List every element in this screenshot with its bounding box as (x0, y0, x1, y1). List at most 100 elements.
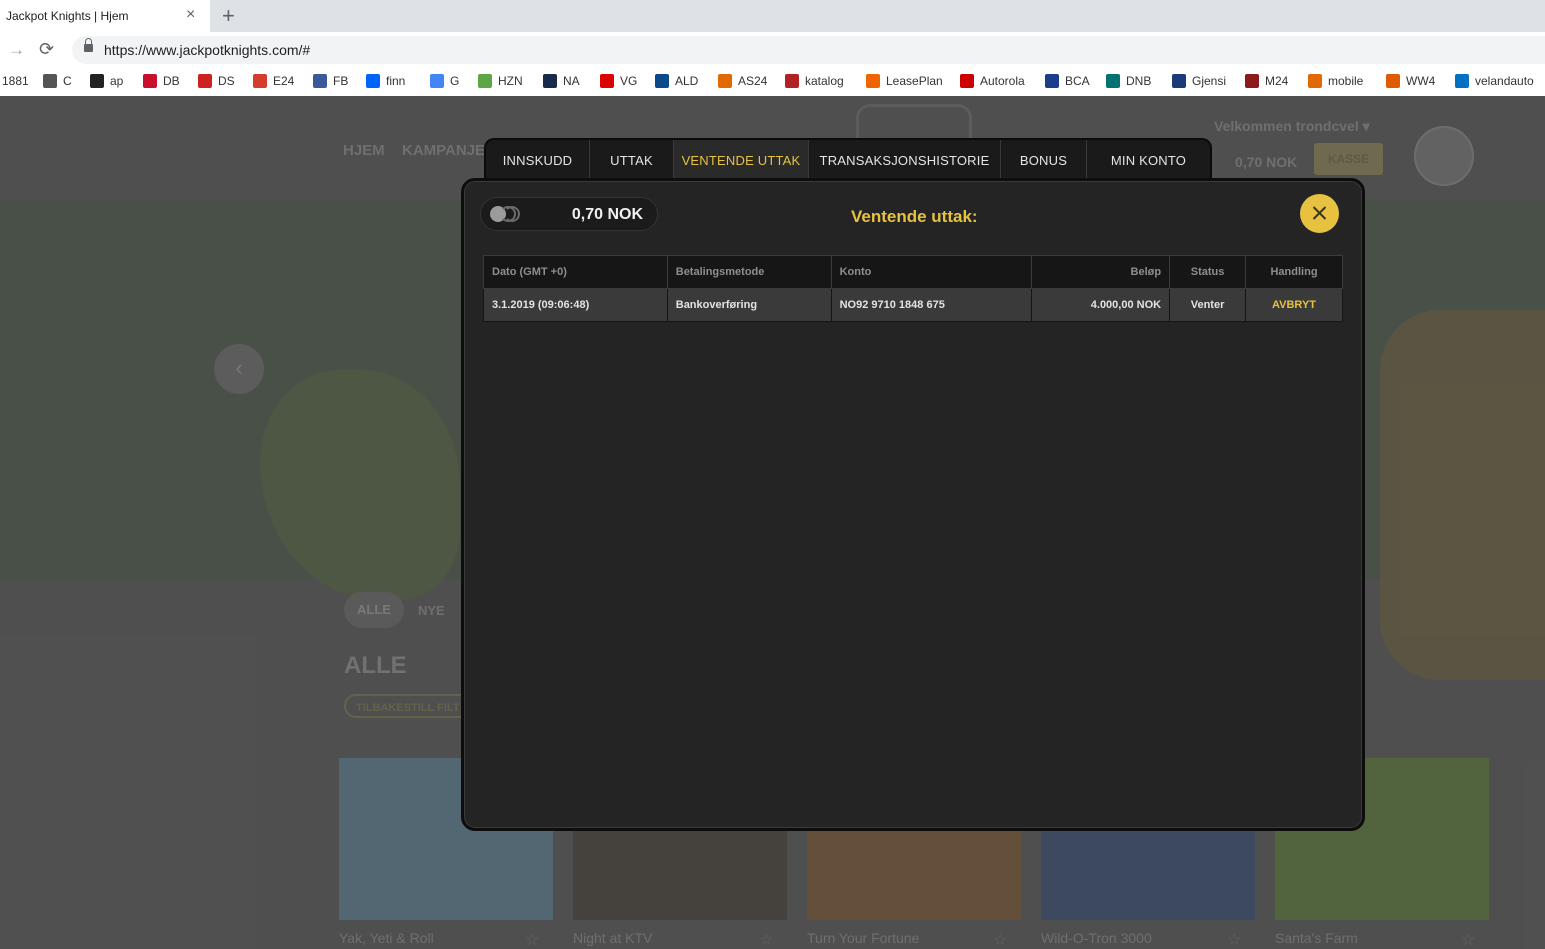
col-account: Konto (830, 255, 1033, 289)
bookmark-label: Autorola (980, 74, 1025, 88)
bookmark-favicon-icon (1386, 74, 1400, 88)
bookmark-ap[interactable]: ap (90, 74, 123, 88)
bookmark-favicon-icon (866, 74, 880, 88)
bookmark-gjensi[interactable]: Gjensi (1172, 74, 1226, 88)
lock-icon (84, 38, 93, 52)
bookmark-dnb[interactable]: DNB (1106, 74, 1151, 88)
bookmark-favicon-icon (1045, 74, 1059, 88)
bookmark-label: G (450, 74, 460, 88)
bookmark-label: ap (110, 74, 124, 88)
bookmark-favicon-icon (718, 74, 732, 88)
col-action: Handling (1245, 255, 1343, 289)
col-date: Dato (GMT +0) (483, 255, 668, 289)
bookmark-bca[interactable]: BCA (1045, 74, 1090, 88)
bookmark-m24[interactable]: M24 (1245, 74, 1288, 88)
bookmark-label: DNB (1126, 74, 1152, 88)
bookmark-label: velandauto (1475, 74, 1534, 88)
tab-transaksjonshistorie[interactable]: TRANSAKSJONSHISTORIE (809, 140, 1001, 180)
bookmark-label: E24 (273, 74, 295, 88)
browser-tab[interactable]: Jackpot Knights | Hjem × (0, 0, 210, 32)
cell-amount: 4.000,00 NOK (1031, 288, 1171, 322)
balance-toggle[interactable]: 0,70 NOK (480, 197, 658, 231)
bookmark-vg[interactable]: VG (600, 74, 637, 88)
bookmark-favicon-icon (600, 74, 614, 88)
tab-title: Jackpot Knights | Hjem (6, 9, 129, 23)
bookmark-db[interactable]: DB (143, 74, 180, 88)
bookmark-label: FB (333, 74, 349, 88)
bookmark-velandauto[interactable]: velandauto (1455, 74, 1534, 88)
table-header-row: Dato (GMT +0) Betalingsmetode Konto Belø… (483, 255, 1343, 289)
bookmark-favicon-icon (1106, 74, 1120, 88)
cell-account: NO92 9710 1848 675 (830, 288, 1033, 322)
cell-method: Bankoverføring (666, 288, 832, 322)
url-text[interactable]: https://www.jackpotknights.com/# (104, 42, 310, 58)
bookmark-na[interactable]: NA (543, 74, 580, 88)
cell-date: 3.1.2019 (09:06:48) (483, 288, 668, 322)
bookmark-label: NA (563, 74, 580, 88)
bookmark-favicon-icon (198, 74, 212, 88)
modal-title: Ventende uttak: (851, 207, 978, 226)
tab-ventende-uttak[interactable]: VENTENDE UTTAK (674, 140, 809, 180)
tab-uttak[interactable]: UTTAK (590, 140, 674, 180)
bookmark-autorola[interactable]: Autorola (960, 74, 1025, 88)
col-amount: Beløp (1031, 255, 1171, 289)
bookmark-favicon-icon (313, 74, 327, 88)
bookmark-favicon-icon (785, 74, 799, 88)
bookmark-ww4[interactable]: WW4 (1386, 74, 1435, 88)
address-bar[interactable]: https://www.jackpotknights.com/# (72, 36, 1545, 64)
close-icon[interactable] (1300, 194, 1339, 233)
bookmark-katalog[interactable]: katalog (785, 74, 844, 88)
forward-icon[interactable]: → (8, 40, 25, 60)
new-tab-icon[interactable]: + (222, 3, 235, 29)
bookmark-label: DS (218, 74, 235, 88)
tab-close-icon[interactable]: × (186, 6, 195, 24)
bookmark-mobile[interactable]: mobile (1308, 74, 1363, 88)
bookmark-label: katalog (805, 74, 844, 88)
bookmark-favicon-icon (478, 74, 492, 88)
bookmark-finn[interactable]: finn (366, 74, 405, 88)
bookmark-favicon-icon (90, 74, 104, 88)
bookmark-g[interactable]: G (430, 74, 459, 88)
bookmark-favicon-icon (1245, 74, 1259, 88)
bookmark-hzn[interactable]: HZN (478, 74, 523, 88)
bookmark-c[interactable]: C (43, 74, 72, 88)
bookmark-label: 1881 (2, 74, 29, 88)
bookmark-1881[interactable]: 1881 (2, 74, 29, 88)
bookmark-label: AS24 (738, 74, 768, 88)
modal-balance: 0,70 NOK (571, 206, 643, 223)
bookmark-label: HZN (498, 74, 523, 88)
col-method: Betalingsmetode (666, 255, 832, 289)
bookmark-label: finn (386, 74, 406, 88)
browser-toolbar: → ⟳ https://www.jackpotknights.com/# (0, 32, 1545, 68)
reload-icon[interactable]: ⟳ (39, 39, 54, 60)
col-status: Status (1169, 255, 1247, 289)
bookmark-label: Gjensi (1192, 74, 1227, 88)
bookmark-leaseplan[interactable]: LeasePlan (866, 74, 943, 88)
bookmark-fb[interactable]: FB (313, 74, 348, 88)
cancel-withdrawal-button[interactable]: AVBRYT (1272, 299, 1316, 311)
bookmark-label: mobile (1328, 74, 1364, 88)
bookmark-label: BCA (1065, 74, 1090, 88)
bookmark-label: ALD (675, 74, 699, 88)
bookmark-e24[interactable]: E24 (253, 74, 294, 88)
bookmark-as24[interactable]: AS24 (718, 74, 767, 88)
bookmark-ald[interactable]: ALD (655, 74, 698, 88)
bookmark-favicon-icon (1172, 74, 1186, 88)
bookmark-label: LeasePlan (886, 74, 943, 88)
bookmark-favicon-icon (366, 74, 380, 88)
cell-action: AVBRYT (1245, 288, 1343, 322)
bookmark-favicon-icon (143, 74, 157, 88)
bookmark-favicon-icon (543, 74, 557, 88)
bookmark-favicon-icon (1308, 74, 1322, 88)
tab-min-konto[interactable]: MIN KONTO (1087, 140, 1210, 180)
bookmark-ds[interactable]: DS (198, 74, 235, 88)
bookmark-favicon-icon (253, 74, 267, 88)
bookmark-favicon-icon (960, 74, 974, 88)
bookmark-favicon-icon (43, 74, 57, 88)
cashier-tabs: INNSKUDD UTTAK VENTENDE UTTAK TRANSAKSJONSH… (484, 138, 1212, 180)
bookmark-label: C (63, 74, 72, 88)
bookmark-label: WW4 (1406, 74, 1436, 88)
tab-bonus[interactable]: BONUS (1001, 140, 1087, 180)
cell-status: Venter (1169, 288, 1247, 322)
tab-innskudd[interactable]: INNSKUDD (486, 140, 590, 180)
